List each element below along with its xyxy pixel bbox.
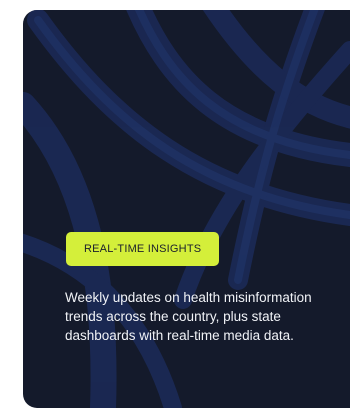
badge-label: REAL-TIME INSIGHTS (84, 243, 202, 255)
real-time-insights-badge: REAL-TIME INSIGHTS (66, 232, 220, 266)
card-description: Weekly updates on health misinformation … (65, 290, 312, 343)
card-background-pattern (23, 10, 350, 408)
insights-card: REAL-TIME INSIGHTS Weekly updates on hea… (23, 10, 350, 408)
